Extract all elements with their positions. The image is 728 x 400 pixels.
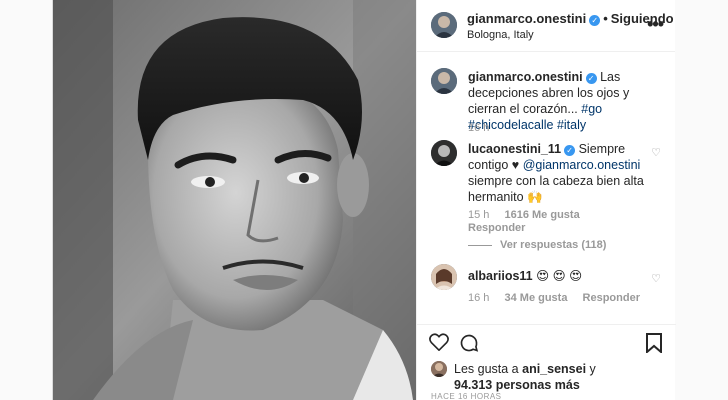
avatar-image <box>431 361 447 377</box>
location-link[interactable]: Bologna, Italy <box>467 29 534 41</box>
avatar-image <box>431 264 457 290</box>
likes-count[interactable]: 94.313 personas más <box>454 378 580 392</box>
commenter-avatar[interactable] <box>431 140 457 166</box>
posted-time[interactable]: HACE 16 HORAS <box>431 392 502 400</box>
caption-avatar[interactable] <box>431 68 457 94</box>
like-comment-heart-icon[interactable]: ♡ <box>651 146 661 159</box>
verified-badge-icon: ✓ <box>589 15 601 26</box>
comment-text: lucaonestini_11 ✓ Siempre contigo ♥ @gian… <box>468 141 658 205</box>
avatar-image <box>431 68 457 94</box>
reply-button[interactable]: Responder <box>583 292 640 304</box>
author-avatar[interactable] <box>431 12 457 38</box>
comments-list: gianmarco.onestini ✓ Las decepciones abre… <box>417 52 676 324</box>
likes-user[interactable]: ani_sensei <box>522 362 586 376</box>
view-replies-label: Ver respuestas (118) <box>500 239 607 251</box>
replies-divider <box>468 244 492 246</box>
liker-avatar[interactable] <box>431 361 447 377</box>
comment-username[interactable]: albariios11 <box>468 269 533 283</box>
post-photo[interactable] <box>53 0 416 400</box>
separator-dot: • <box>603 11 608 26</box>
post-side-panel: gianmarco.onestini ✓ • Siguiendo Bologna, I… <box>416 0 676 400</box>
reply-button[interactable]: Responder <box>468 222 525 234</box>
comment-meta: 15 h 1616 Me gusta <box>468 209 592 221</box>
caption-time[interactable]: 16 h <box>468 122 489 134</box>
commenter-avatar[interactable] <box>431 264 457 290</box>
comment-bubble-icon[interactable] <box>459 333 479 356</box>
comment-item: lucaonestini_11 ✓ Siempre contigo ♥ @gian… <box>431 140 667 251</box>
caption-meta: 16 h <box>468 122 501 134</box>
comment-username[interactable]: lucaonestini_11 <box>468 142 561 156</box>
likes-joiner: y <box>589 362 596 376</box>
caption-username[interactable]: gianmarco.onestini <box>468 70 583 84</box>
like-comment-heart-icon[interactable]: ♡ <box>651 272 661 285</box>
instagram-post: gianmarco.onestini ✓ • Siguiendo Bologna, I… <box>52 0 676 400</box>
likes-summary: Les gusta a ani_sensei y 94.313 personas… <box>454 361 596 393</box>
header-user-line: gianmarco.onestini ✓ • Siguiendo <box>467 11 674 26</box>
comment-meta: 16 h 34 Me gusta Responder <box>468 292 652 304</box>
view-replies-button[interactable]: Ver respuestas (118) <box>468 239 606 251</box>
comment-body: 😍 😍 😍 <box>536 269 583 283</box>
comment-item: albariios11 😍 😍 😍 ♡ 16 h 34 Me gusta Res… <box>431 264 667 314</box>
following-button[interactable]: Siguiendo <box>611 11 674 26</box>
comment-body-end: siempre con la cabeza bien alta hermanit… <box>468 174 644 204</box>
comment-text: albariios11 😍 😍 😍 <box>468 268 658 284</box>
comment-time[interactable]: 15 h <box>468 209 489 221</box>
post-header: gianmarco.onestini ✓ • Siguiendo Bologna, I… <box>417 0 675 52</box>
avatar-image <box>431 140 457 166</box>
like-heart-icon[interactable] <box>429 333 449 354</box>
more-options-icon[interactable]: ••• <box>647 14 664 35</box>
comment-likes[interactable]: 34 Me gusta <box>504 292 567 304</box>
comment-time[interactable]: 16 h <box>468 292 489 304</box>
comment-reply-row: Responder <box>468 222 537 234</box>
comment-likes[interactable]: 1616 Me gusta <box>504 209 579 221</box>
verified-badge-icon: ✓ <box>585 73 597 84</box>
author-username[interactable]: gianmarco.onestini <box>467 11 586 26</box>
action-bar: Les gusta a ani_sensei y 94.313 personas… <box>417 324 676 400</box>
likes-prefix: Les gusta a <box>454 362 519 376</box>
portrait-image <box>53 0 416 400</box>
avatar-image <box>431 12 457 38</box>
comment-mention[interactable]: @gianmarco.onestini <box>523 158 641 172</box>
verified-badge-icon: ✓ <box>564 145 576 156</box>
bookmark-icon[interactable] <box>646 333 662 356</box>
